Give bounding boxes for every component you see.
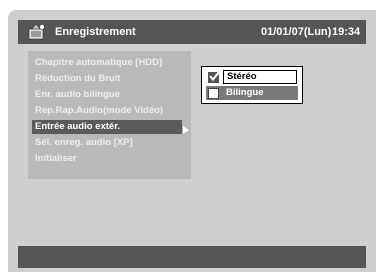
audio-input-submenu: Stéréo Bilingue <box>201 66 303 104</box>
submenu-arrow-icon <box>183 126 189 134</box>
menu-item-label: Entrée audio extér. <box>35 121 121 132</box>
menu-item-label: Initialiser <box>35 153 77 164</box>
menu-item-entree-audio[interactable]: Entrée audio extér. <box>32 120 182 134</box>
menu-item-label: Chapitre automatique [HDD] <box>35 57 163 68</box>
option-label: Stéréo <box>223 70 297 84</box>
checkbox-checked-icon[interactable] <box>208 71 220 83</box>
checkbox-unchecked-icon[interactable] <box>208 88 219 99</box>
menu-item-label: Rep.Rap.Audio(mode Vidéo) <box>35 105 164 116</box>
osd-screen: Enregistrement 01/01/07(Lun) 19:34 Chapi… <box>8 10 376 272</box>
option-stereo[interactable]: Stéréo <box>206 70 298 84</box>
menu-item-label: Sél. enreg. audio [XP] <box>35 137 133 148</box>
menu-item-rep-rap-audio[interactable]: Rep.Rap.Audio(mode Vidéo) <box>32 104 182 118</box>
status-bar <box>18 246 366 268</box>
header-time: 19:34 <box>332 26 361 38</box>
option-bilingue[interactable]: Bilingue <box>206 86 298 100</box>
menu-item-label: Réduction du Bruit <box>35 73 121 84</box>
header-date: 01/01/07(Lun) <box>261 26 332 38</box>
menu-item-label: Enr. audio bilingue <box>35 89 120 100</box>
menu-item-chapitre-auto[interactable]: Chapitre automatique [HDD] <box>32 56 182 70</box>
page-title: Enregistrement <box>55 26 136 38</box>
menu-item-initialiser[interactable]: Initialiser <box>32 152 182 166</box>
menu-item-enr-audio-bilingue[interactable]: Enr. audio bilingue <box>32 88 182 102</box>
header-bar: Enregistrement 01/01/07(Lun) 19:34 <box>18 20 366 44</box>
settings-menu: Chapitre automatique [HDD] Réduction du … <box>28 51 191 179</box>
menu-item-sel-enreg-audio[interactable]: Sél. enreg. audio [XP] <box>32 136 182 150</box>
option-label: Bilingue <box>226 87 264 98</box>
record-settings-icon <box>28 23 46 41</box>
menu-item-reduction-bruit[interactable]: Réduction du Bruit <box>32 72 182 86</box>
